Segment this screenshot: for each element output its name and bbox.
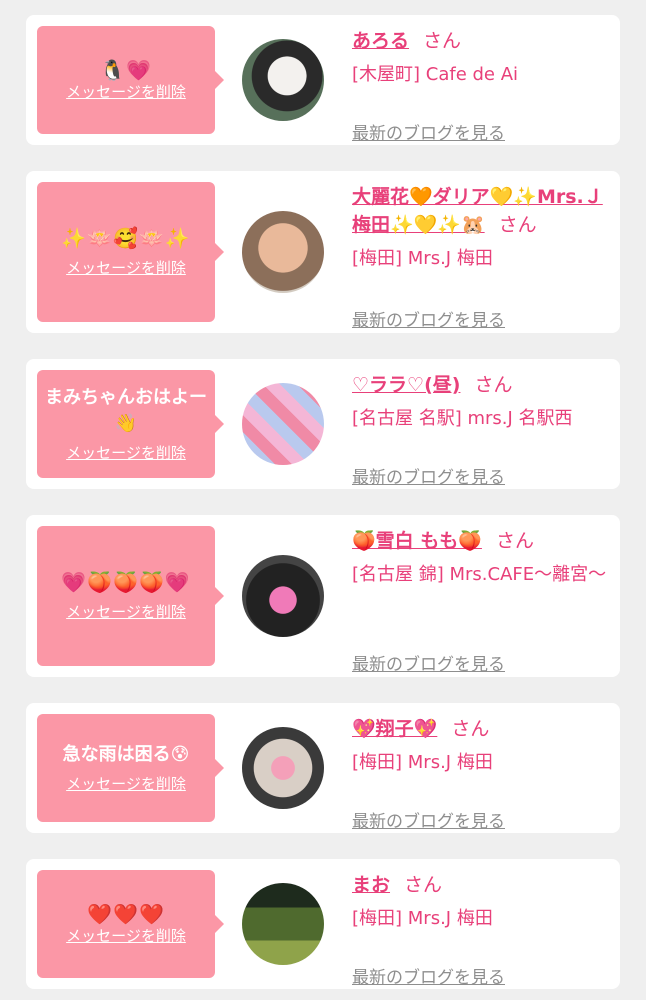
avatar[interactable] [242, 883, 324, 965]
cast-info: 大麗花🧡ダリア💛✨Mrs.Ｊ梅田✨💛✨🐹 さん [梅田] Mrs.J 梅田 最新の… [352, 183, 614, 331]
cast-info: ♡ララ♡(昼) さん [名古屋 名駅] mrs.J 名駅西 最新のブログを見る [352, 371, 614, 488]
message-bubble: 🐧💗 メッセージを削除 [37, 26, 224, 134]
honorific-label: さん [498, 214, 537, 236]
cast-info: まお さん [梅田] Mrs.J 梅田 最新のブログを見る [352, 871, 614, 988]
shop-label: [梅田] Mrs.J 梅田 [352, 248, 493, 269]
list-item: 🐧💗 メッセージを削除 あろる さん [木屋町] Cafe de Ai 最新のブロ… [26, 15, 620, 145]
shop-label: [木屋町] Cafe de Ai [352, 64, 519, 85]
avatar[interactable] [242, 727, 324, 809]
list-item: 急な雨は困る😰 メッセージを削除 💖翔子💖 さん [梅田] Mrs.J 梅田 最新… [26, 703, 620, 833]
latest-blog-link[interactable]: 最新のブログを見る [352, 807, 505, 832]
list-item: ❤️❤️❤️ メッセージを削除 まお さん [梅田] Mrs.J 梅田 最新のブロ… [26, 859, 620, 989]
message-bubble: まみちゃんおはよー👋 メッセージを削除 [37, 370, 224, 478]
delete-message-link[interactable]: メッセージを削除 [66, 82, 186, 102]
cast-info: あろる さん [木屋町] Cafe de Ai 最新のブログを見る [352, 27, 614, 144]
avatar[interactable] [242, 39, 324, 121]
delete-message-link[interactable]: メッセージを削除 [66, 258, 186, 278]
latest-blog-link[interactable]: 最新のブログを見る [352, 119, 505, 144]
cast-name-link[interactable]: あろる [352, 30, 409, 52]
avatar[interactable] [242, 383, 324, 465]
list-item: 💗🍑🍑🍑💗 メッセージを削除 🍑雪白 もも🍑 さん [名古屋 錦] Mrs.CAF… [26, 515, 620, 677]
delete-message-link[interactable]: メッセージを削除 [66, 443, 186, 463]
latest-blog-link[interactable]: 最新のブログを見る [352, 650, 505, 675]
honorific-label: さん [423, 30, 462, 52]
latest-blog-link[interactable]: 最新のブログを見る [352, 463, 505, 488]
message-emoji: ❤️❤️❤️ [87, 902, 165, 926]
cast-name-link[interactable]: まお [352, 874, 390, 896]
message-emoji: 💗🍑🍑🍑💗 [61, 570, 191, 594]
cast-name-link[interactable]: 大麗花🧡ダリア💛✨Mrs.Ｊ梅田✨💛✨🐹 [352, 186, 603, 236]
shop-label: [名古屋 錦] Mrs.CAFE〜離宮〜 [352, 564, 607, 585]
message-text: まみちゃんおはよー👋 [45, 387, 207, 434]
message-bubble: ✨🪷🥰🪷✨ メッセージを削除 [37, 182, 224, 322]
list-item: ✨🪷🥰🪷✨ メッセージを削除 大麗花🧡ダリア💛✨Mrs.Ｊ梅田✨💛✨🐹 さん [梅… [26, 171, 620, 333]
honorific-label: さん [404, 874, 443, 896]
honorific-label: さん [495, 530, 534, 552]
latest-blog-link[interactable]: 最新のブログを見る [352, 306, 505, 331]
latest-blog-link[interactable]: 最新のブログを見る [352, 963, 505, 988]
message-emoji: ✨🪷🥰🪷✨ [61, 226, 191, 250]
cast-info: 💖翔子💖 さん [梅田] Mrs.J 梅田 最新のブログを見る [352, 715, 614, 832]
cast-name-link[interactable]: 💖翔子💖 [352, 718, 437, 740]
message-bubble: 💗🍑🍑🍑💗 メッセージを削除 [37, 526, 224, 666]
shop-label: [梅田] Mrs.J 梅田 [352, 752, 493, 773]
message-text: 急な雨は困る😰 [62, 744, 190, 765]
cast-name-link[interactable]: ♡ララ♡(昼) [352, 374, 460, 396]
avatar[interactable] [242, 555, 324, 637]
delete-message-link[interactable]: メッセージを削除 [66, 926, 186, 946]
delete-message-link[interactable]: メッセージを削除 [66, 774, 186, 794]
honorific-label: さん [451, 718, 490, 740]
list-item: まみちゃんおはよー👋 メッセージを削除 ♡ララ♡(昼) さん [名古屋 名駅] m… [26, 359, 620, 489]
honorific-label: さん [474, 374, 513, 396]
delete-message-link[interactable]: メッセージを削除 [66, 602, 186, 622]
avatar[interactable] [242, 211, 324, 293]
shop-label: [梅田] Mrs.J 梅田 [352, 908, 493, 929]
message-list: 🐧💗 メッセージを削除 あろる さん [木屋町] Cafe de Ai 最新のブロ… [0, 0, 646, 1000]
message-bubble: 急な雨は困る😰 メッセージを削除 [37, 714, 224, 822]
cast-info: 🍑雪白 もも🍑 さん [名古屋 錦] Mrs.CAFE〜離宮〜 最新のブログを見る [352, 527, 614, 675]
message-bubble: ❤️❤️❤️ メッセージを削除 [37, 870, 224, 978]
shop-label: [名古屋 名駅] mrs.J 名駅西 [352, 408, 573, 429]
cast-name-link[interactable]: 🍑雪白 もも🍑 [352, 530, 482, 552]
message-emoji: 🐧💗 [100, 58, 152, 82]
